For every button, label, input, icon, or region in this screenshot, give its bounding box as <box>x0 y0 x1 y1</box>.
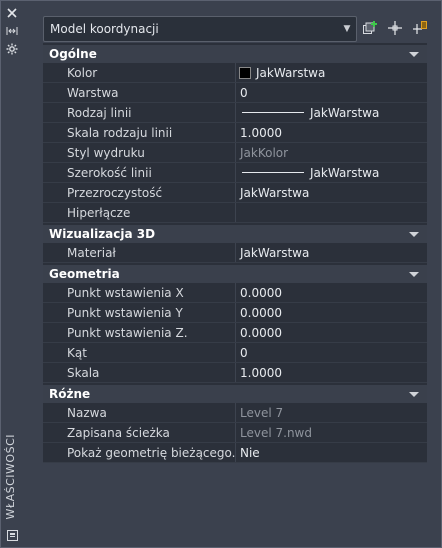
section-title: Wizualizacja 3D <box>49 227 156 241</box>
property-row-kat[interactable]: Kąt 0 <box>43 343 427 363</box>
section-title: Geometria <box>49 267 120 281</box>
property-row-szerokosc-linii[interactable]: Szerokość linii JakWarstwa <box>43 163 427 183</box>
chevron-down-icon: ▼ <box>343 24 351 34</box>
auto-hide-icon[interactable] <box>5 24 19 38</box>
property-name: Hiperłącze <box>61 203 236 222</box>
property-row-punkt-x[interactable]: Punkt wstawienia X 0.0000 <box>43 283 427 303</box>
property-value[interactable]: 1.0000 <box>236 363 427 382</box>
property-value[interactable]: 1.0000 <box>236 123 427 142</box>
quick-select-icon[interactable] <box>411 18 429 38</box>
property-name: Kąt <box>61 343 236 362</box>
section-geometria[interactable]: Geometria <box>43 264 427 283</box>
property-row-zapisana-sciezka[interactable]: Zapisana ścieżka Level 7.nwd <box>43 423 427 443</box>
property-value: JakKolor <box>240 145 289 160</box>
collapse-icon[interactable] <box>409 391 419 397</box>
select-objects-icon[interactable] <box>386 18 404 38</box>
section-title: Ogólne <box>49 47 97 61</box>
property-name: Skala <box>61 363 236 382</box>
property-name: Kolor <box>61 63 236 82</box>
property-row-rodzaj-linii[interactable]: Rodzaj linii JakWarstwa <box>43 103 427 123</box>
close-icon[interactable] <box>5 6 19 20</box>
property-row-punkt-y[interactable]: Punkt wstawienia Y 0.0000 <box>43 303 427 323</box>
property-value[interactable]: JakWarstwa <box>236 183 427 202</box>
property-value[interactable]: JakWarstwa <box>236 103 427 122</box>
property-name: Szerokość linii <box>61 163 236 182</box>
property-value[interactable]: JakWarstwa <box>236 243 427 262</box>
property-row-punkt-z[interactable]: Punkt wstawienia Z. 0.0000 <box>43 323 427 343</box>
gear-icon[interactable] <box>5 42 19 56</box>
property-value[interactable]: 0.0000 <box>236 283 427 302</box>
collapse-icon[interactable] <box>409 271 419 277</box>
property-name: Punkt wstawienia X <box>61 283 236 302</box>
section-ogolne[interactable]: Ogólne <box>43 44 427 63</box>
property-name: Punkt wstawienia Y <box>61 303 236 322</box>
property-value[interactable]: 0 <box>236 83 427 102</box>
property-name: Rodzaj linii <box>61 103 236 122</box>
property-name: Punkt wstawienia Z. <box>61 323 236 342</box>
property-name: Przezroczystość <box>61 183 236 202</box>
lineweight-sample-icon <box>242 172 304 173</box>
color-swatch-icon <box>239 66 251 79</box>
property-name: Skala rodzaju linii <box>61 123 236 142</box>
property-row-przezroczystosc[interactable]: Przezroczystość JakWarstwa <box>43 183 427 203</box>
property-name: Materiał <box>61 243 236 262</box>
property-name: Styl wydruku <box>61 143 236 162</box>
property-row-warstwa[interactable]: Warstwa 0 <box>43 83 427 103</box>
property-row-nazwa[interactable]: Nazwa Level 7 <box>43 403 427 423</box>
properties-grid: Ogólne Kolor JakWarstwa Warstwa 0 Rodzaj l… <box>43 43 427 463</box>
collapse-icon[interactable] <box>409 51 419 57</box>
property-value[interactable]: 0.0000 <box>236 303 427 322</box>
property-row-hiperlacze[interactable]: Hiperłącze <box>43 203 427 223</box>
palette-title: WŁAŚCIWOŚCI <box>4 433 17 519</box>
section-title: Różne <box>49 387 91 401</box>
property-name: Nazwa <box>61 403 236 422</box>
property-value[interactable]: JakWarstwa <box>236 63 427 82</box>
property-value[interactable]: 0 <box>236 343 427 362</box>
palette-main: Model koordynacji ▼ Ogólne Kolor JakWarst… <box>23 1 441 547</box>
section-rozne[interactable]: Różne <box>43 384 427 403</box>
object-type-value: Model koordynacji <box>50 22 159 36</box>
property-name: Warstwa <box>61 83 236 102</box>
property-value[interactable]: JakWarstwa <box>236 163 427 182</box>
collapse-icon[interactable] <box>409 231 419 237</box>
property-value[interactable]: Nie <box>236 443 427 462</box>
property-value: Level 7 <box>240 405 284 420</box>
palette-side-bar: WŁAŚCIWOŚCI <box>1 1 24 547</box>
palette-menu-icon[interactable] <box>5 528 19 542</box>
property-row-kolor[interactable]: Kolor JakWarstwa <box>43 63 427 83</box>
property-value[interactable]: 0.0000 <box>236 323 427 342</box>
toggle-pickadd-icon[interactable] <box>361 18 379 38</box>
properties-palette: WŁAŚCIWOŚCI Model koordynacji ▼ Ogólne K… <box>0 0 442 548</box>
property-row-material[interactable]: Materiał JakWarstwa <box>43 243 427 263</box>
property-value[interactable] <box>236 203 427 222</box>
property-name: Zapisana ścieżka <box>61 423 236 442</box>
property-value: Level 7.nwd <box>240 425 312 440</box>
property-row-skala-rodzaju-linii[interactable]: Skala rodzaju linii 1.0000 <box>43 123 427 143</box>
property-name: Pokaż geometrię bieżącego... <box>61 443 236 462</box>
object-type-dropdown[interactable]: Model koordynacji ▼ <box>43 16 357 42</box>
property-row-pokaz-geometrie[interactable]: Pokaż geometrię bieżącego... Nie <box>43 443 427 463</box>
section-wizualizacja-3d[interactable]: Wizualizacja 3D <box>43 224 427 243</box>
linetype-sample-icon <box>242 112 304 113</box>
property-row-styl-wydruku[interactable]: Styl wydruku JakKolor <box>43 143 427 163</box>
property-row-skala[interactable]: Skala 1.0000 <box>43 363 427 383</box>
